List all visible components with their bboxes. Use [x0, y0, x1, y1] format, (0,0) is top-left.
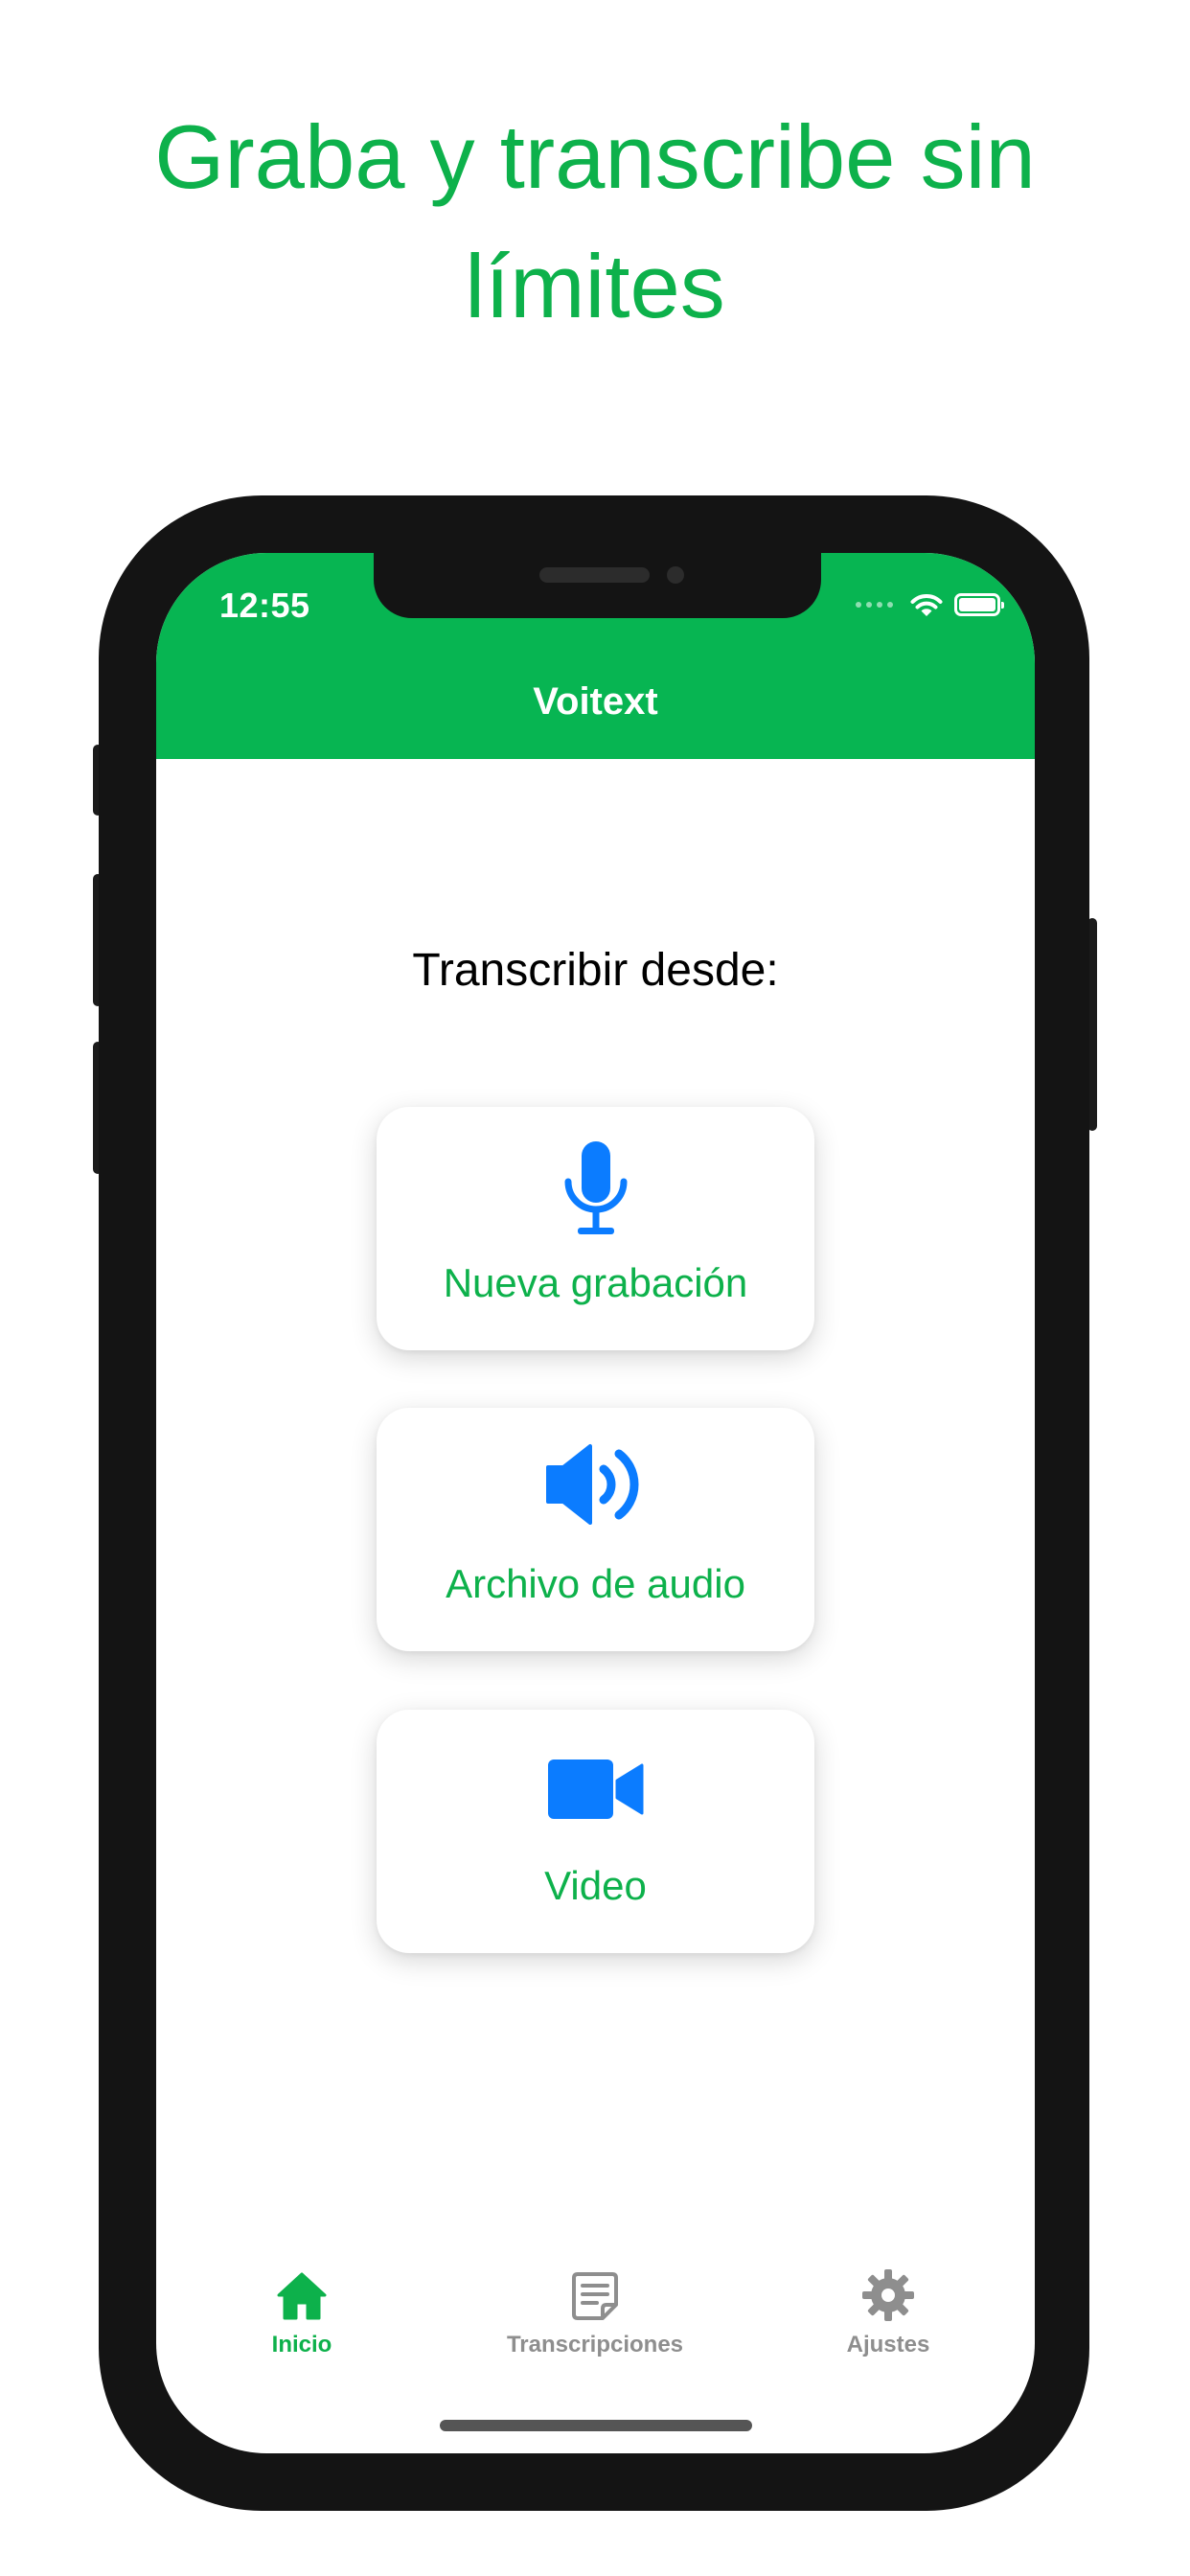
status-time: 12:55 [219, 586, 310, 625]
notch-speaker [539, 567, 650, 583]
new-recording-button[interactable]: Nueva grabación [377, 1107, 814, 1350]
tab-transcripciones-label: Transcripciones [506, 2332, 684, 2358]
section-subtitle: Transcribir desde: [412, 945, 779, 996]
video-button[interactable]: Video [377, 1710, 814, 1953]
document-icon [572, 2272, 618, 2320]
home-indicator[interactable] [440, 2420, 752, 2431]
gear-icon [862, 2269, 914, 2321]
tab-inicio-label: Inicio [271, 2332, 332, 2358]
house-icon [277, 2272, 327, 2320]
video-camera-icon [547, 1760, 643, 1819]
wifi-icon [910, 594, 943, 616]
nav-title: Voitext [533, 680, 658, 723]
audio-file-button[interactable]: Archivo de audio [377, 1408, 814, 1651]
marketing-headline: Graba y transcribe sin límites [154, 106, 1036, 336]
tab-transcripciones[interactable]: Transcripciones [470, 2268, 720, 2374]
video-label: Video [544, 1863, 647, 1908]
notch-camera [667, 566, 684, 584]
phone-notch [374, 553, 821, 618]
new-recording-label: Nueva grabación [443, 1260, 748, 1305]
tab-ajustes-label: Ajustes [846, 2332, 930, 2358]
tab-ajustes[interactable]: Ajustes [764, 2268, 1013, 2374]
status-icons [856, 591, 1004, 618]
battery-icon [954, 593, 1004, 616]
microphone-icon [564, 1141, 627, 1234]
tab-bar: Inicio Transcripciones Ajustes [156, 2268, 1035, 2383]
navigation-bar: 12:55 Voitext [156, 553, 1035, 759]
audio-file-label: Archivo de audio [446, 1561, 745, 1606]
cellular-signal-icon [856, 602, 893, 608]
speaker-icon [545, 1444, 638, 1525]
phone-screen: 12:55 Voitext Transcribir desde: Nueva g… [156, 553, 1035, 2453]
tab-inicio[interactable]: Inicio [177, 2268, 426, 2374]
